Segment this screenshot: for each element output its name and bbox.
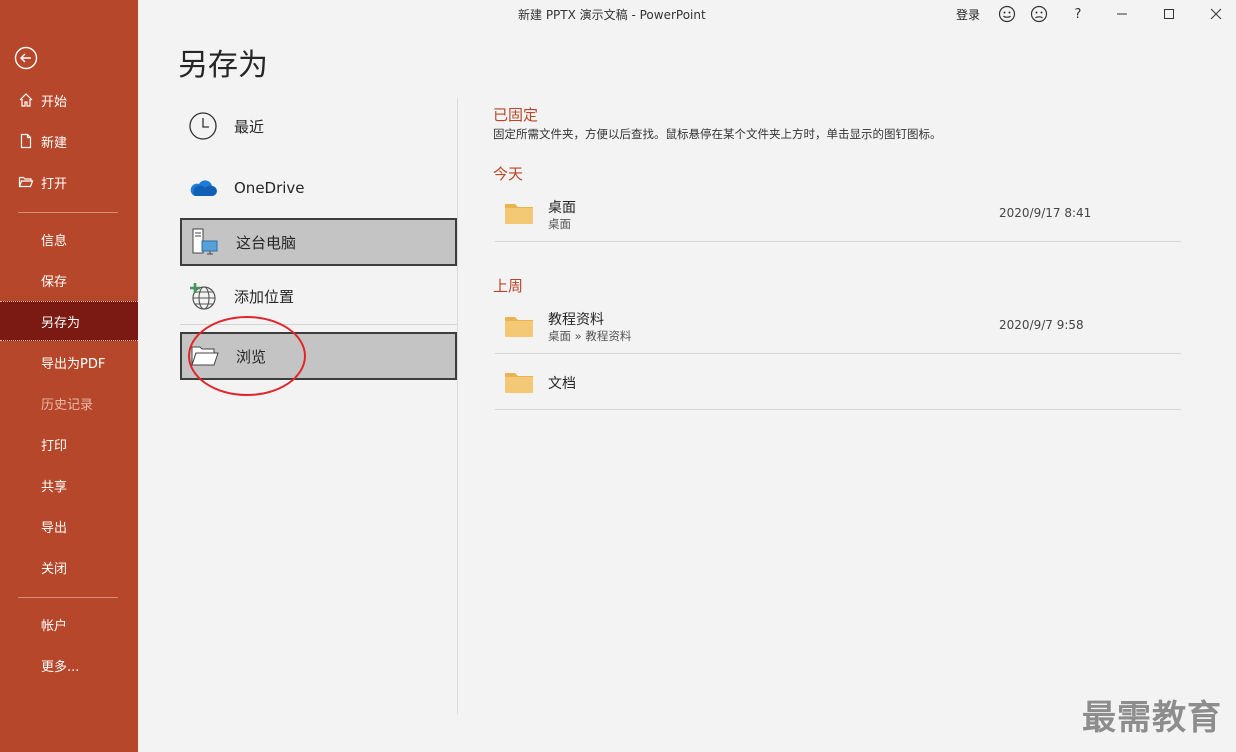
folder-name: 桌面 bbox=[548, 200, 576, 216]
nav-item-share[interactable]: 共享 bbox=[0, 465, 138, 505]
location-onedrive[interactable]: OneDrive bbox=[180, 164, 457, 212]
folder-date: 2020/9/17 8:41 bbox=[999, 206, 1092, 220]
nav-item-label: 导出为PDF bbox=[41, 356, 106, 372]
nav-item-account[interactable]: 帐户 bbox=[0, 604, 138, 644]
home-icon bbox=[17, 91, 35, 109]
watermark: 最需教育 bbox=[1082, 698, 1222, 738]
location-label: OneDrive bbox=[234, 179, 305, 197]
folder-name: 文档 bbox=[548, 376, 576, 392]
nav-item-new[interactable]: 新建 bbox=[0, 121, 138, 161]
nav-item-label: 另存为 bbox=[41, 315, 81, 331]
nav-item-more[interactable]: 更多... bbox=[0, 645, 138, 685]
nav-item-label: 新建 bbox=[41, 135, 68, 151]
nav-item-print[interactable]: 打印 bbox=[0, 424, 138, 464]
close-icon[interactable] bbox=[1205, 3, 1227, 25]
nav-item-label: 打印 bbox=[41, 438, 68, 454]
folder-open-icon bbox=[190, 341, 220, 371]
folder-path: 桌面 » 教程资料 bbox=[548, 329, 632, 343]
folder-row[interactable]: 教程资料 桌面 » 教程资料 2020/9/7 9:58 bbox=[495, 299, 1181, 354]
cloud-icon bbox=[188, 173, 218, 203]
location-label: 添加位置 bbox=[234, 287, 295, 306]
last-week-heading: 上周 bbox=[493, 277, 524, 295]
location-recent[interactable]: 最近 bbox=[180, 102, 457, 150]
window-title: 新建 PPTX 演示文稿 - PowerPoint bbox=[518, 8, 706, 22]
nav-item-history: 历史记录 bbox=[0, 383, 138, 423]
nav-item-label: 关闭 bbox=[41, 561, 68, 577]
backstage-nav: 开始 新建 打开 信息 保存 另存为 导出为PDF 历史记录 打印 共享 导出 … bbox=[0, 0, 138, 752]
smile-icon[interactable] bbox=[996, 3, 1018, 25]
open-folder-icon bbox=[17, 173, 35, 191]
title-bar: 新建 PPTX 演示文稿 - PowerPoint 登录 ? bbox=[138, 0, 1236, 28]
pinned-description: 固定所需文件夹，方便以后查找。鼠标悬停在某个文件夹上方时，单击显示的图钉图标。 bbox=[493, 127, 942, 141]
nav-item-label: 帐户 bbox=[41, 618, 68, 634]
nav-item-save[interactable]: 保存 bbox=[0, 260, 138, 300]
help-icon[interactable]: ? bbox=[1067, 3, 1089, 25]
clock-icon bbox=[188, 111, 218, 141]
folder-name: 教程资料 bbox=[548, 312, 604, 328]
nav-item-export-pdf[interactable]: 导出为PDF bbox=[0, 342, 138, 382]
page-title: 另存为 bbox=[178, 48, 268, 83]
location-browse[interactable]: 浏览 bbox=[180, 332, 457, 380]
minimize-icon[interactable] bbox=[1111, 3, 1133, 25]
folder-icon bbox=[505, 204, 533, 224]
nav-separator bbox=[18, 212, 118, 213]
folder-path: 桌面 bbox=[548, 217, 571, 231]
nav-item-save-as[interactable]: 另存为 bbox=[0, 301, 138, 341]
computer-icon bbox=[190, 227, 220, 257]
nav-item-open[interactable]: 打开 bbox=[0, 162, 138, 202]
login-link[interactable]: 登录 bbox=[956, 6, 980, 23]
nav-separator bbox=[18, 597, 118, 598]
nav-item-label: 更多... bbox=[41, 659, 80, 675]
nav-item-label: 历史记录 bbox=[41, 397, 94, 413]
folder-icon bbox=[505, 317, 533, 337]
nav-item-label: 共享 bbox=[41, 479, 68, 495]
folder-icon bbox=[505, 373, 533, 393]
nav-item-close[interactable]: 关闭 bbox=[0, 547, 138, 587]
nav-item-label: 打开 bbox=[41, 176, 68, 192]
location-label: 最近 bbox=[234, 117, 265, 136]
nav-item-info[interactable]: 信息 bbox=[0, 219, 138, 259]
folder-date: 2020/9/7 9:58 bbox=[999, 318, 1084, 332]
nav-item-label: 信息 bbox=[41, 233, 68, 249]
location-this-pc[interactable]: 这台电脑 bbox=[180, 218, 457, 266]
nav-item-export[interactable]: 导出 bbox=[0, 506, 138, 546]
column-divider bbox=[457, 98, 458, 714]
pinned-heading: 已固定 bbox=[493, 106, 539, 124]
location-add-place[interactable]: 添加位置 bbox=[180, 272, 457, 320]
nav-item-label: 开始 bbox=[41, 94, 68, 110]
back-arrow-icon[interactable] bbox=[14, 46, 38, 70]
location-label: 这台电脑 bbox=[236, 233, 297, 252]
add-location-icon bbox=[188, 281, 218, 311]
today-heading: 今天 bbox=[493, 165, 524, 183]
frown-icon[interactable] bbox=[1028, 3, 1050, 25]
nav-item-label: 保存 bbox=[41, 274, 68, 290]
nav-item-label: 导出 bbox=[41, 520, 68, 536]
new-document-icon bbox=[17, 132, 35, 150]
location-divider bbox=[180, 324, 457, 325]
location-label: 浏览 bbox=[236, 347, 267, 366]
maximize-icon[interactable] bbox=[1158, 3, 1180, 25]
folder-row[interactable]: 文档 bbox=[495, 354, 1181, 410]
folder-row[interactable]: 桌面 桌面 2020/9/17 8:41 bbox=[495, 187, 1181, 242]
nav-item-home[interactable]: 开始 bbox=[0, 80, 138, 120]
